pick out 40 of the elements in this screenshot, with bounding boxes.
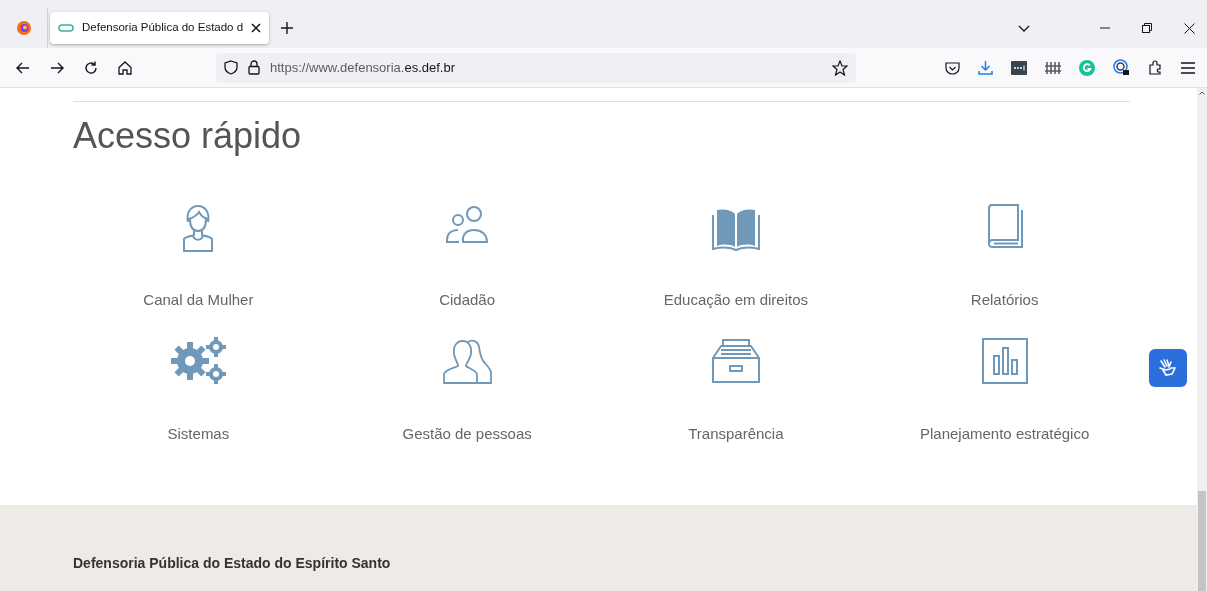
tab-list-caret-icon[interactable] bbox=[1018, 24, 1030, 32]
quick-access-link[interactable]: Gestão de pessoas bbox=[402, 422, 532, 445]
extensions-puzzle-icon[interactable] bbox=[1148, 60, 1163, 75]
forward-icon[interactable] bbox=[50, 61, 64, 74]
url-text: https://www.defensoria.es.def.br bbox=[270, 58, 455, 77]
lock-icon[interactable] bbox=[248, 60, 260, 75]
home-icon[interactable] bbox=[118, 60, 132, 75]
address-bar[interactable]: https://www.defensoria.es.def.br bbox=[216, 52, 856, 83]
quick-access-link[interactable]: Planejamento estratégico bbox=[920, 422, 1090, 445]
quick-access-link[interactable]: Transparência bbox=[688, 422, 784, 445]
close-icon[interactable] bbox=[251, 23, 262, 33]
browser-tab[interactable]: Defensoria Pública do Estado d bbox=[50, 12, 270, 44]
scrollbar[interactable] bbox=[1197, 88, 1207, 591]
section-heading: Acesso rápido bbox=[73, 114, 303, 158]
lock-extension-icon[interactable] bbox=[1113, 59, 1130, 76]
quick-access-link[interactable]: Sistemas bbox=[167, 422, 230, 445]
back-icon[interactable] bbox=[16, 61, 30, 74]
quick-access-link[interactable]: Cidadão bbox=[439, 289, 496, 312]
download-icon[interactable] bbox=[978, 60, 993, 75]
gears-icon[interactable] bbox=[168, 335, 229, 386]
restore-icon[interactable] bbox=[1142, 23, 1152, 33]
quick-access-link[interactable]: Educação em direitos bbox=[663, 289, 808, 312]
hands-icon bbox=[1157, 358, 1179, 378]
new-tab-icon[interactable] bbox=[281, 22, 294, 34]
tab-title: Defensoria Pública do Estado d bbox=[82, 20, 244, 36]
reload-icon[interactable] bbox=[84, 60, 98, 75]
bar-chart-icon[interactable] bbox=[979, 335, 1030, 386]
scrollbar-thumb[interactable] bbox=[1198, 491, 1206, 591]
shield-icon[interactable] bbox=[224, 60, 238, 75]
bookmark-star-icon[interactable] bbox=[832, 59, 848, 76]
pocket-icon[interactable] bbox=[945, 60, 960, 75]
scroll-up-icon[interactable] bbox=[1199, 91, 1205, 95]
sign-language-button[interactable] bbox=[1149, 349, 1187, 387]
site-logo-icon bbox=[58, 24, 74, 32]
close-window-icon[interactable] bbox=[1184, 22, 1195, 34]
fence-extension-icon[interactable] bbox=[1045, 60, 1061, 75]
footer-title: Defensoria Pública do Estado do Espírito Santo bbox=[73, 555, 391, 571]
menu-icon[interactable] bbox=[1181, 61, 1195, 74]
quick-access-link[interactable]: Canal da Mulher bbox=[143, 289, 254, 312]
quick-access-link[interactable]: Relatórios bbox=[970, 289, 1039, 312]
